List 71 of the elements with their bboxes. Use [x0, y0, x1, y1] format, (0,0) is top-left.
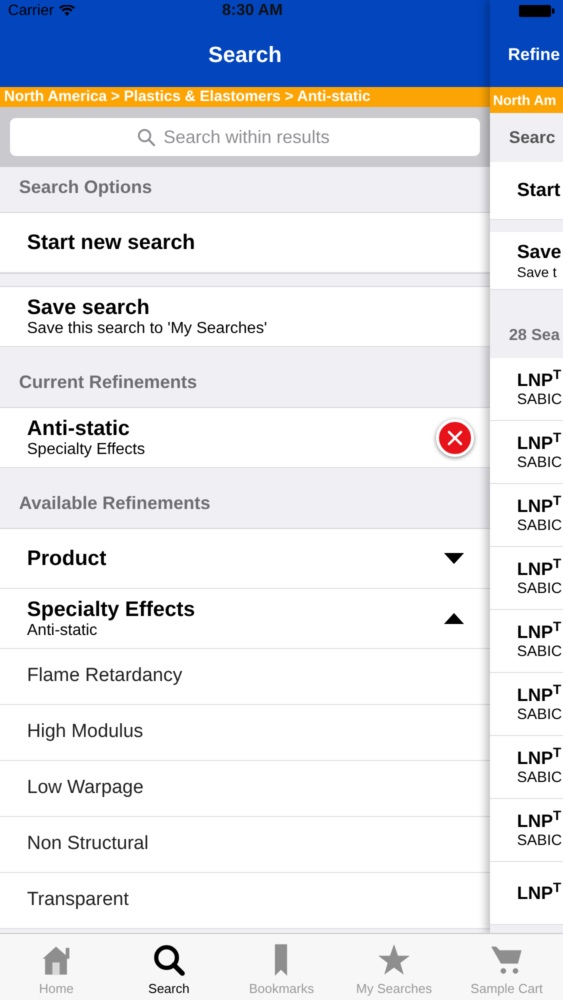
search-icon: [136, 128, 156, 146]
result-row[interactable]: LNP$^{T}$ SABIC: [490, 799, 563, 862]
product-name: LNP$^{T}$: [517, 882, 562, 904]
action-title: Start: [517, 180, 562, 202]
product-name: LNP$^{T}$: [517, 370, 562, 390]
section-header: Available Refinements: [19, 492, 210, 515]
result-row[interactable]: LNP$^{T}$ SABIC: [490, 610, 563, 673]
section-header: 28 Sea: [509, 326, 560, 346]
action-title: Save search: [27, 295, 151, 320]
option-label: Flame Retardancy: [27, 664, 184, 688]
result-row[interactable]: LNP$^{T}$ SABIC: [490, 484, 563, 547]
section-header: Current Refinements: [19, 371, 198, 394]
row-subtitle: Save this search to 'My Searches': [27, 320, 268, 338]
product-name: LNP$^{T}$: [517, 496, 562, 516]
clock-time: 8:30 AM: [222, 1, 283, 21]
product-name: LNP$^{T}$: [517, 748, 562, 768]
breadcrumb-text: North Am: [493, 90, 556, 110]
star-icon: [377, 943, 412, 977]
list-row[interactable]: Flame Retardancy: [0, 649, 490, 705]
result-row[interactable]: LNP$^{T}$ SABIC: [490, 736, 563, 799]
group-title: Product: [27, 546, 108, 571]
option-label: Transparent: [27, 888, 130, 912]
list-row[interactable]: Transparent: [0, 873, 490, 929]
battery-icon: [519, 4, 555, 18]
product-name: LNP$^{T}$: [517, 432, 562, 454]
manufacturer-name: SABIC: [517, 580, 563, 598]
search-field[interactable]: Search within results: [10, 118, 480, 156]
product-name: LNP$^{T}$: [517, 810, 562, 832]
manufacturer-name: SABIC: [517, 832, 563, 850]
result-row[interactable]: LNP$^{T}$ SABIC: [490, 421, 563, 484]
wifi-icon: [58, 5, 75, 17]
list-row[interactable]: Product: [0, 529, 490, 589]
manufacturer-name: SABIC: [517, 642, 563, 660]
result-row[interactable]: LNP$^{T}$: [490, 862, 563, 925]
row-subtitle: Anti-static: [27, 622, 98, 640]
search-input[interactable]: Search within results: [164, 124, 354, 150]
refinement-title: Anti-static: [27, 416, 131, 441]
result-row[interactable]: LNP$^{T}$ SABIC: [490, 358, 563, 421]
carrier-label: Carrier: [8, 0, 54, 21]
option-label: High Modulus: [27, 720, 144, 744]
list-row[interactable]: Non Structural: [0, 817, 490, 873]
result-row[interactable]: LNP$^{T}$ SABIC: [490, 547, 563, 610]
search-icon: [152, 943, 186, 977]
screen-title: Search: [208, 41, 282, 69]
manufacturer-name: SABIC: [517, 706, 563, 724]
row-subtitle: Save t: [517, 264, 558, 280]
manufacturer-name: SABIC: [517, 454, 563, 472]
manufacturer-name: SABIC: [517, 516, 563, 534]
list-row[interactable]: Specialty Effects Anti-static: [0, 589, 490, 649]
action-title: Save: [517, 242, 562, 264]
row-subtitle: Specialty Effects: [27, 441, 146, 459]
result-row[interactable]: LNP$^{T}$ SABIC: [490, 673, 563, 736]
action-title: Start new search: [27, 230, 196, 255]
list-row[interactable]: Anti-static Specialty Effects: [0, 408, 490, 468]
section-header: Search Options: [19, 176, 152, 199]
close-icon: [447, 430, 463, 446]
product-name: LNP$^{T}$: [517, 684, 562, 706]
group-title: Specialty Effects: [27, 597, 196, 622]
manufacturer-name: SABIC: [517, 768, 563, 786]
back-button[interactable]: Refine: [508, 42, 560, 68]
option-label: Low Warpage: [27, 776, 145, 800]
product-name: LNP$^{T}$: [517, 622, 562, 642]
product-name: LNP$^{T}$: [517, 558, 562, 580]
option-label: Non Structural: [27, 832, 150, 856]
breadcrumb-text: North America > Plastics & Elastomers > Anti-static: [4, 86, 371, 107]
list-row[interactable]: Save Save t: [490, 232, 563, 290]
section-header: Searc: [509, 126, 556, 149]
tab-item[interactable]: Search: [112, 934, 226, 1000]
list-row[interactable]: High Modulus: [0, 705, 490, 761]
manufacturer-name: SABIC: [517, 390, 563, 408]
list-row[interactable]: Low Warpage: [0, 761, 490, 817]
